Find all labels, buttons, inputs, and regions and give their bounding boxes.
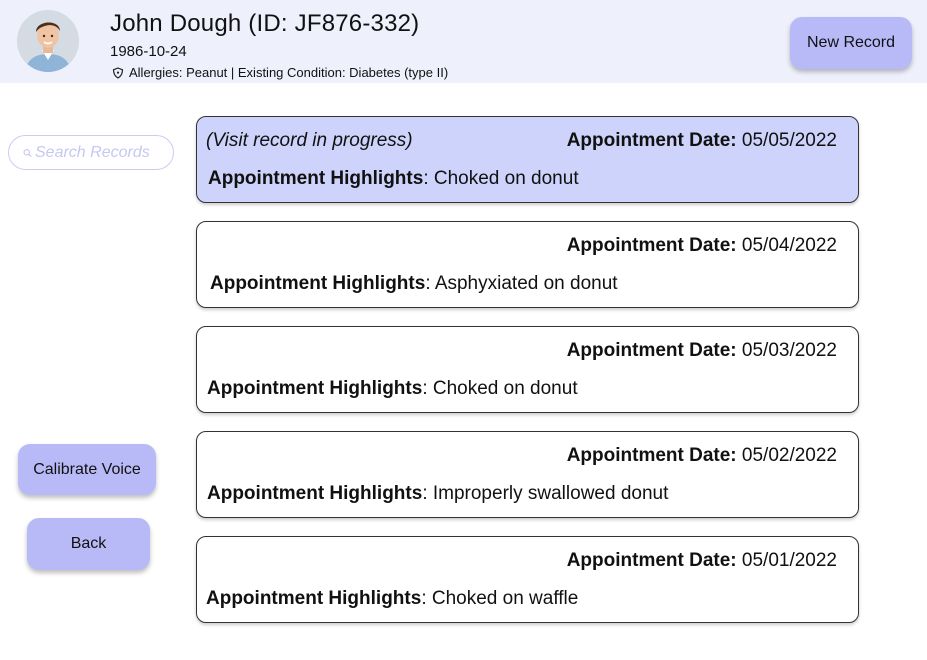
patient-dob: 1986-10-24 bbox=[110, 43, 187, 60]
highlights-value: : Choked on waffle bbox=[421, 588, 579, 609]
highlights-label: Appointment Highlights bbox=[208, 168, 424, 189]
highlights-value: : Choked on donut bbox=[422, 378, 578, 399]
search-records[interactable] bbox=[8, 135, 174, 170]
date-label: Appointment Date: bbox=[566, 340, 737, 361]
highlights-value: : Choked on donut bbox=[423, 168, 579, 189]
patient-medical-info: Allergies: Peanut | Existing Condition: … bbox=[112, 65, 448, 80]
patient-header: John Dough (ID: JF876-332) 1986-10-24 Al… bbox=[0, 0, 927, 83]
search-input[interactable] bbox=[35, 143, 173, 162]
record-highlights: Appointment Highlights: Choked on donut bbox=[208, 168, 579, 190]
record-highlights: Appointment Highlights: Asphyxiated on d… bbox=[210, 273, 618, 295]
date-value: 05/05/2022 bbox=[741, 130, 837, 151]
highlights-label: Appointment Highlights bbox=[207, 378, 423, 399]
date-value: 05/04/2022 bbox=[741, 235, 837, 256]
date-value: 05/02/2022 bbox=[741, 445, 837, 466]
record-card[interactable]: Appointment Date: 05/03/2022 Appointment… bbox=[196, 326, 859, 413]
record-highlights: Appointment Highlights: Choked on donut bbox=[207, 378, 578, 400]
person-photo-icon bbox=[17, 10, 79, 72]
patient-name: John Dough (ID: JF876-332) bbox=[110, 10, 420, 37]
record-date: Appointment Date: 05/05/2022 bbox=[567, 130, 837, 152]
highlights-value: : Asphyxiated on donut bbox=[425, 273, 618, 294]
search-icon bbox=[23, 148, 32, 157]
record-date: Appointment Date: 05/01/2022 bbox=[567, 550, 837, 572]
date-label: Appointment Date: bbox=[566, 445, 737, 466]
highlights-label: Appointment Highlights bbox=[207, 483, 423, 504]
highlights-label: Appointment Highlights bbox=[210, 273, 426, 294]
record-highlights: Appointment Highlights: Choked on waffle bbox=[206, 588, 578, 610]
patient-avatar bbox=[17, 10, 79, 72]
date-label: Appointment Date: bbox=[566, 235, 737, 256]
shield-icon bbox=[112, 66, 124, 79]
highlights-value: : Improperly swallowed donut bbox=[422, 483, 669, 504]
back-button[interactable]: Back bbox=[27, 518, 150, 570]
record-status: (Visit record in progress) bbox=[206, 130, 413, 151]
record-highlights: Appointment Highlights: Improperly swall… bbox=[207, 483, 668, 505]
date-label: Appointment Date: bbox=[566, 130, 737, 151]
record-card[interactable]: Appointment Date: 05/04/2022 Appointment… bbox=[196, 221, 859, 308]
date-value: 05/03/2022 bbox=[741, 340, 837, 361]
record-card[interactable]: (Visit record in progress) Appointment D… bbox=[196, 116, 859, 203]
new-record-button[interactable]: New Record bbox=[790, 17, 912, 69]
calibrate-voice-button[interactable]: Calibrate Voice bbox=[18, 444, 156, 495]
highlights-label: Appointment Highlights bbox=[206, 588, 422, 609]
record-date: Appointment Date: 05/03/2022 bbox=[567, 340, 837, 362]
patient-info-text: Allergies: Peanut | Existing Condition: … bbox=[129, 65, 449, 80]
date-label: Appointment Date: bbox=[566, 550, 737, 571]
record-date: Appointment Date: 05/02/2022 bbox=[567, 445, 837, 467]
date-value: 05/01/2022 bbox=[741, 550, 837, 571]
record-card[interactable]: Appointment Date: 05/02/2022 Appointment… bbox=[196, 431, 859, 518]
record-date: Appointment Date: 05/04/2022 bbox=[567, 235, 837, 257]
record-card[interactable]: Appointment Date: 05/01/2022 Appointment… bbox=[196, 536, 859, 623]
